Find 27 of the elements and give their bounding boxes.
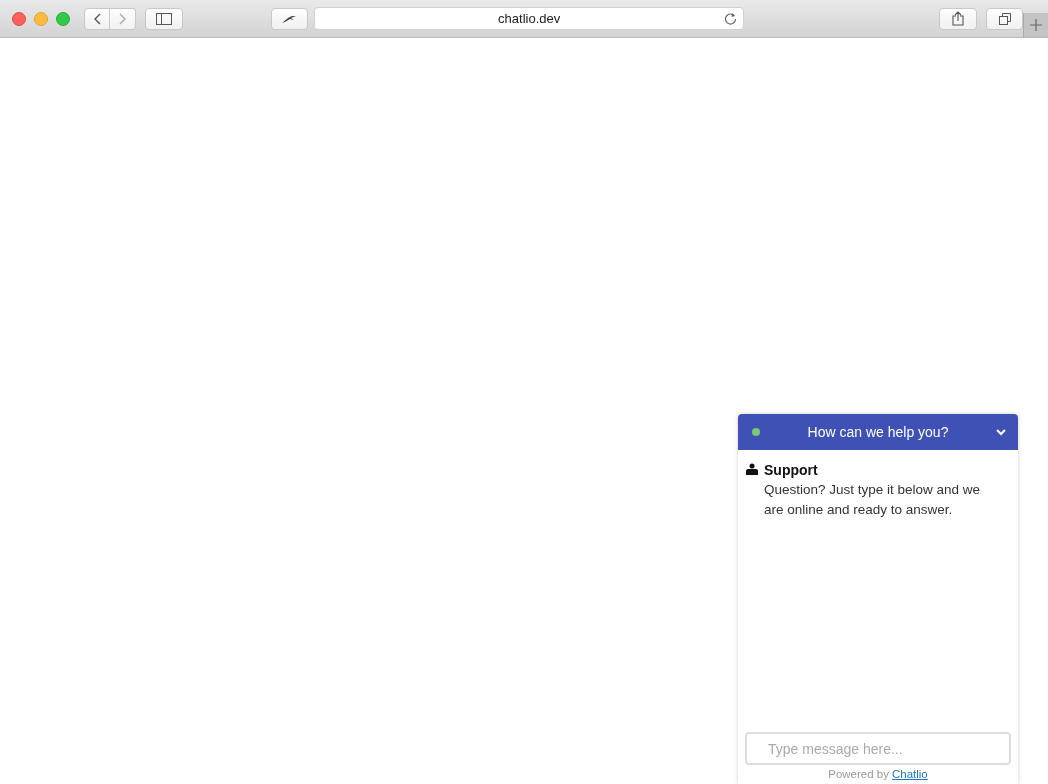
minimize-window-button[interactable] xyxy=(34,11,48,26)
forward-icon xyxy=(118,12,127,25)
tabs-icon xyxy=(998,12,1011,25)
address-bar[interactable]: chatlio.dev xyxy=(314,7,745,30)
chevron-down-icon[interactable] xyxy=(996,428,1006,436)
chat-title: How can we help you? xyxy=(806,424,950,440)
sidebar-button[interactable] xyxy=(145,7,183,30)
zoom-window-button[interactable] xyxy=(56,11,70,26)
forward-button[interactable] xyxy=(110,7,136,30)
share-icon xyxy=(951,11,964,26)
message-text: Question? Just type it below and we are online and ready to answer. xyxy=(764,481,982,519)
extension-button[interactable] xyxy=(270,7,309,30)
reload-icon[interactable] xyxy=(724,12,738,25)
chatlio-link[interactable]: Chatlio xyxy=(891,768,928,780)
new-tab-button[interactable] xyxy=(1023,13,1048,37)
plus-icon xyxy=(1030,19,1043,31)
message-input[interactable]: Type message here... xyxy=(745,732,1011,765)
tabs-button[interactable] xyxy=(985,7,1024,30)
back-button[interactable] xyxy=(84,7,110,30)
sidebar-icon xyxy=(155,12,172,25)
sender-name: Support xyxy=(764,462,819,478)
powered-by-text: Powered by xyxy=(828,768,889,780)
share-button[interactable] xyxy=(939,7,977,30)
person-icon xyxy=(746,463,758,475)
close-window-button[interactable] xyxy=(12,11,26,26)
url-text: chatlio.dev xyxy=(498,11,561,26)
back-icon xyxy=(93,12,101,25)
